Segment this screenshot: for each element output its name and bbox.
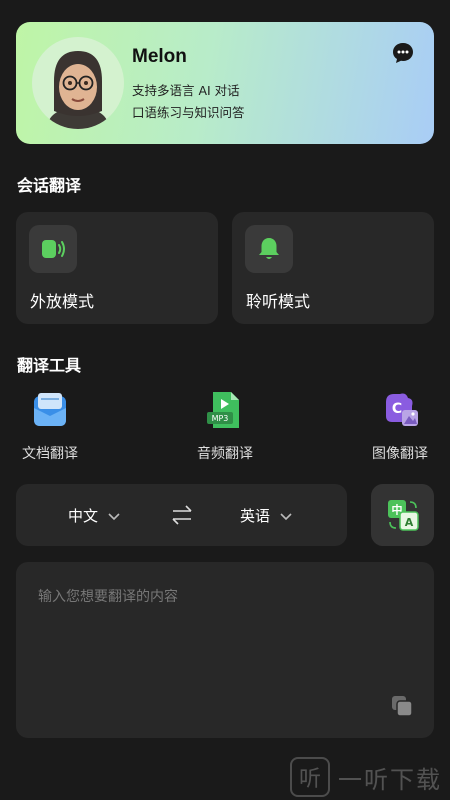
chevron-down-icon <box>108 512 120 520</box>
image-icon: C <box>386 393 418 426</box>
section-title-conversation: 会话翻译 <box>17 176 82 195</box>
avatar <box>32 37 124 129</box>
profile-card[interactable]: Melon 支持多语言 AI 对话 口语练习与知识问答 <box>16 22 434 144</box>
speaker-mode-card[interactable]: 外放模式 <box>16 212 218 324</box>
section-title-tools: 翻译工具 <box>17 356 82 375</box>
profile-description-1: 支持多语言 AI 对话 <box>132 83 240 98</box>
copy-icon[interactable] <box>390 694 414 718</box>
document-translate-label: 文档翻译 <box>22 446 78 462</box>
source-language-label: 中文 <box>68 507 99 525</box>
mp3-badge: MP3 <box>212 414 229 423</box>
watermark: 听 一听下载 <box>290 757 442 797</box>
svg-text:C: C <box>392 401 402 417</box>
audio-translate-label: 音频翻译 <box>197 446 253 462</box>
speaker-mode-label: 外放模式 <box>30 292 95 311</box>
bell-icon <box>245 225 293 273</box>
watermark-logo: 听 <box>290 757 330 797</box>
target-language-label: 英语 <box>240 507 271 525</box>
translate-button[interactable]: 中 A <box>371 484 434 546</box>
image-translate-tool[interactable]: C 图像翻译 <box>350 390 450 463</box>
chevron-down-icon <box>280 512 292 520</box>
language-selector: 中文 英语 <box>16 484 347 546</box>
source-language-select[interactable]: 中文 <box>68 505 121 526</box>
image-translate-label: 图像翻译 <box>372 446 428 462</box>
svg-text:A: A <box>404 516 413 529</box>
speaker-icon <box>29 225 77 273</box>
profile-description-2: 口语练习与知识问答 <box>132 105 245 120</box>
document-icon <box>34 393 66 426</box>
listen-mode-card[interactable]: 聆听模式 <box>232 212 434 324</box>
input-placeholder: 输入您想要翻译的内容 <box>38 589 178 605</box>
audio-file-icon: MP3 <box>207 392 239 428</box>
watermark-text: 一听下载 <box>338 765 442 794</box>
chat-bubble-icon[interactable] <box>391 41 415 65</box>
target-language-select[interactable]: 英语 <box>240 505 293 526</box>
audio-translate-tool[interactable]: MP3 音频翻译 <box>175 390 275 463</box>
profile-name: Melon <box>132 46 187 67</box>
document-translate-tool[interactable]: 文档翻译 <box>0 390 100 463</box>
translate-icon: 中 A <box>387 500 419 531</box>
translation-input[interactable]: 输入您想要翻译的内容 <box>16 562 434 738</box>
listen-mode-label: 聆听模式 <box>246 292 311 311</box>
swap-arrows-icon[interactable] <box>170 504 194 526</box>
